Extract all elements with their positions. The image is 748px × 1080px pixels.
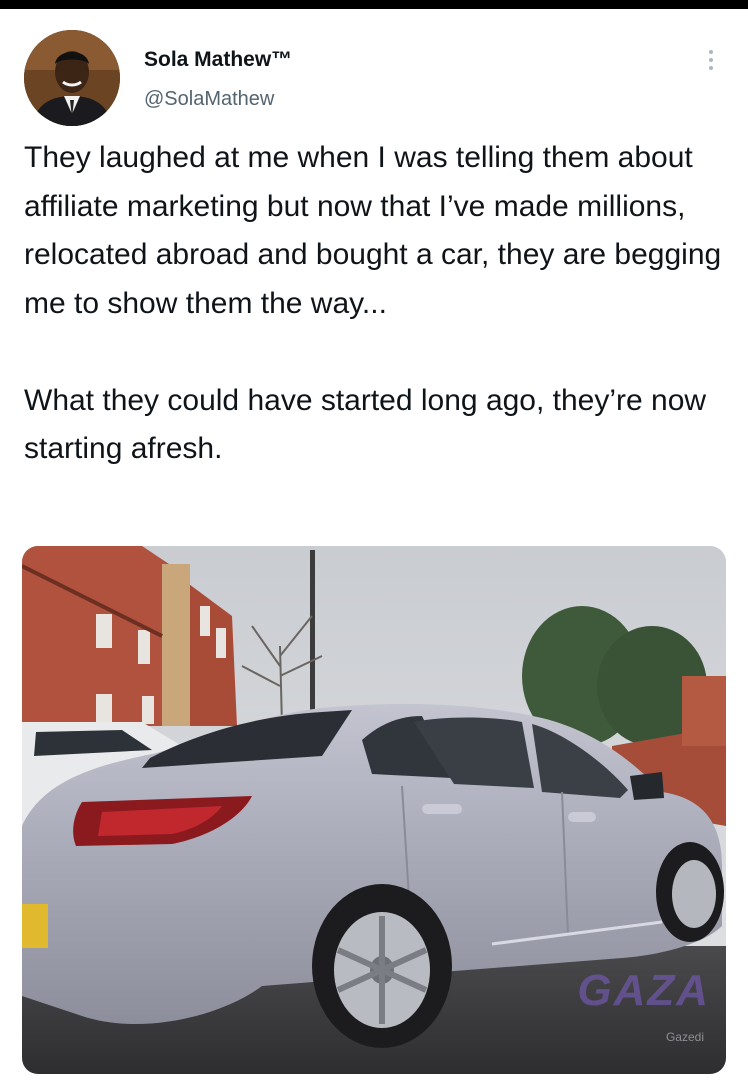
watermark-caption: Gazedi xyxy=(665,1030,704,1044)
author-display-name[interactable]: Sola Mathew™ xyxy=(144,48,292,72)
avatar-photo xyxy=(24,30,120,126)
watermark-logo: GAZA xyxy=(577,966,710,1015)
tweet-paragraph: They laughed at me when I was telling th… xyxy=(24,141,722,320)
avatar[interactable] xyxy=(24,30,120,126)
author-handle[interactable]: @SolaMathew xyxy=(144,88,274,111)
tweet-paragraph: What they could have started long ago, t… xyxy=(24,383,707,466)
tweet-text: They laughed at me when I was telling th… xyxy=(24,134,724,474)
top-bar xyxy=(0,0,748,9)
tweet-media-photo[interactable]: GAZA Gazedi xyxy=(22,546,726,1074)
more-vertical-icon[interactable] xyxy=(700,44,722,76)
